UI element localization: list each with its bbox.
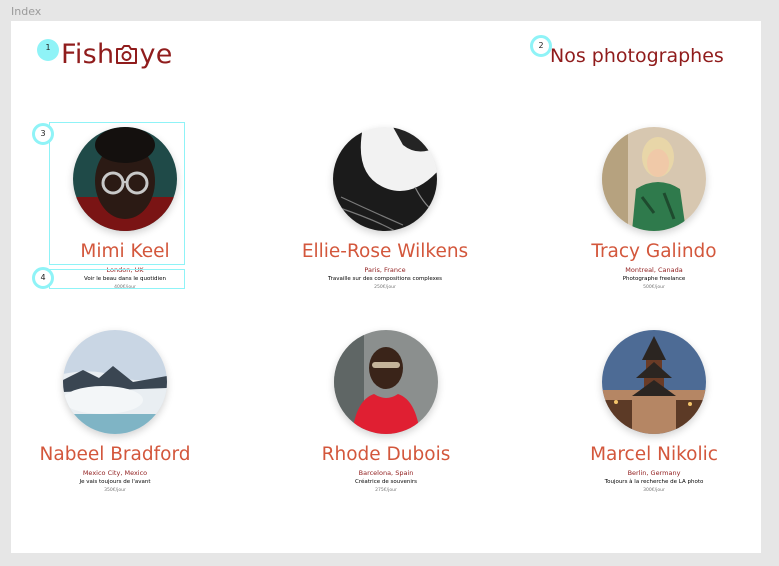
annotation-badge-1: 1 [37,39,59,61]
photographer-tagline: Toujours à la recherche de LA photo [604,479,704,485]
photographer-price: 300€/jour [643,488,665,493]
photographer-portrait[interactable] [602,330,706,434]
photographer-portrait[interactable] [602,127,706,231]
photographer-card[interactable]: Rhode Dubois Barcelona, Spain Créatrice … [266,330,506,494]
photographer-tagline: Je vais toujours de l'avant [79,479,151,485]
photographer-name[interactable]: Mimi Keel [80,241,169,263]
photographer-tagline: Voir le beau dans le quotidien [84,276,166,282]
annotation-badge-4: 4 [32,267,54,289]
photographer-location: Barcelona, Spain [358,469,414,477]
photographer-card[interactable]: Tracy Galindo Montreal, Canada Photograp… [534,127,774,291]
logo-text-end: ye [139,39,173,70]
photographer-price: 275€/jour [375,488,397,493]
photographer-location: Mexico City, Mexico [82,469,148,477]
photographer-name[interactable]: Nabeel Bradford [40,444,191,466]
photographer-location: London, UK [106,266,144,274]
frame-label: Index [11,5,42,18]
photographer-portrait[interactable] [334,330,438,434]
photographer-price: 500€/jour [643,285,665,290]
photographer-tagline: Créatrice de souvenirs [355,479,417,485]
photographer-location: Paris, France [364,266,406,274]
photographer-name[interactable]: Tracy Galindo [591,241,716,263]
fisheye-logo[interactable]: Fish ye [61,39,173,70]
photographer-location: Montreal, Canada [625,266,683,274]
photographer-card[interactable]: Ellie-Rose Wilkens Paris, France Travail… [265,127,505,291]
logo-text-start: Fish [61,39,115,70]
photographer-name[interactable]: Rhode Dubois [322,444,451,466]
photographer-location: Berlin, Germany [627,469,681,477]
annotation-badge-2: 2 [530,35,552,57]
photographer-price: 250€/jour [374,285,396,290]
photographer-tagline: Photographe freelance [622,276,686,282]
photographer-portrait[interactable] [333,127,437,231]
photographer-name[interactable]: Ellie-Rose Wilkens [302,241,468,263]
photographer-card[interactable]: Nabeel Bradford Mexico City, Mexico Je v… [0,330,235,494]
annotation-badge-3: 3 [32,123,54,145]
page-title: Nos photographes [550,45,724,67]
photographer-portrait[interactable] [63,330,167,434]
photographer-tagline: Travaille sur des compositions complexes [328,276,442,282]
index-artboard: Fish ye Nos photographes Mimi Keel Londo… [11,21,761,553]
photographer-price: 400€/jour [114,285,136,290]
photographer-price: 350€/jour [104,488,126,493]
camera-icon [116,44,138,64]
photographer-name[interactable]: Marcel Nikolic [590,444,718,466]
photographer-card[interactable]: Marcel Nikolic Berlin, Germany Toujours … [534,330,774,494]
photographer-portrait[interactable] [73,127,177,231]
